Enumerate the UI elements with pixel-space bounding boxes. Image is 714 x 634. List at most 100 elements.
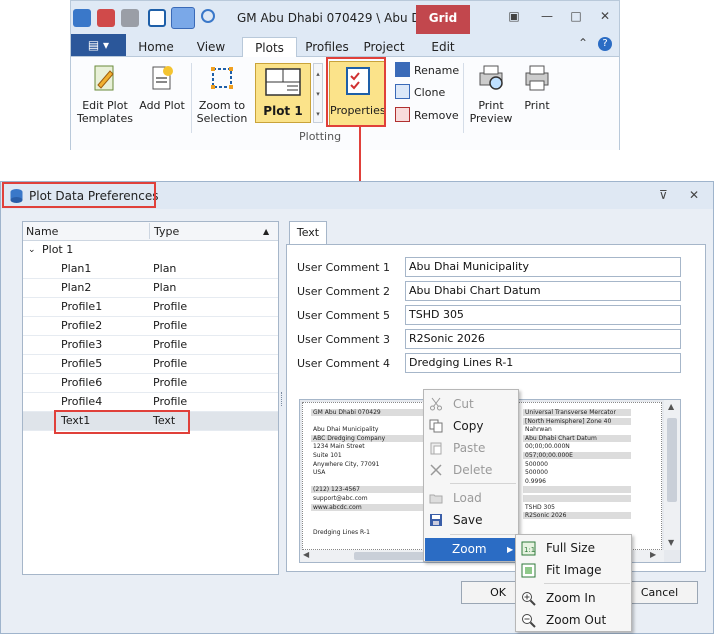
plot-selector-scroll[interactable]: ▴ ▾ ▾	[313, 63, 323, 123]
tab-project[interactable]: Project	[359, 37, 409, 57]
menu-separator	[450, 534, 516, 535]
preview-line: (212) 123-4567	[313, 486, 360, 494]
maximize-icon[interactable]: □	[569, 9, 583, 23]
zoom-label-2: Selection	[196, 112, 248, 125]
column-header-type[interactable]: Type	[154, 225, 179, 238]
contextual-tab-grid-tool[interactable]: Grid Too	[416, 5, 470, 52]
scroll-right-icon[interactable]: ▶	[650, 550, 656, 559]
tree-row[interactable]: Profile5 Profile	[23, 355, 278, 374]
edit-plot-templates-button[interactable]: Edit Plot Templates	[75, 63, 135, 125]
user-comment-input[interactable]: Dredging Lines R-1	[405, 353, 681, 373]
zoom-to-selection-button[interactable]: Zoom to Selection	[195, 63, 249, 125]
preview-line: USA	[313, 469, 326, 477]
tab-home[interactable]: Home	[135, 37, 177, 57]
menu-item-fit-image[interactable]: Fit Image	[516, 559, 631, 581]
tab-plots[interactable]: Plots	[242, 37, 297, 58]
splitter-grip[interactable]	[281, 392, 284, 406]
help-icon[interactable]: ?	[598, 37, 612, 51]
clone-button[interactable]: Clone	[395, 83, 445, 103]
tree-row[interactable]: Profile1 Profile	[23, 298, 278, 317]
preview-line: Nahrwan	[525, 426, 552, 434]
svg-text:1:1: 1:1	[524, 546, 535, 554]
full-size-icon: 1:1	[521, 541, 536, 556]
menu-item-paste[interactable]: Paste	[424, 437, 518, 459]
menu-item-label: Zoom In	[546, 591, 596, 605]
app-icon[interactable]	[73, 9, 91, 27]
menu-item-label: Full Size	[546, 541, 595, 555]
search-icon[interactable]	[201, 9, 215, 23]
preview-line: GM Abu Dhabi 070429	[313, 409, 381, 416]
scissors-icon	[430, 397, 442, 411]
preview-line: 500000	[525, 460, 548, 468]
preview-shade	[523, 495, 631, 502]
edit-template-icon	[94, 65, 114, 91]
user-comment-input[interactable]: Abu Dhabi Chart Datum	[405, 281, 681, 301]
tab-text[interactable]: Text	[289, 221, 327, 245]
user-comment-input[interactable]: Abu Dhai Municipality	[405, 257, 681, 277]
print-preview-button[interactable]: Print Preview	[469, 63, 513, 125]
tree-row[interactable]: Profile2 Profile	[23, 317, 278, 336]
tree-row[interactable]: Profile6 Profile	[23, 374, 278, 393]
tree-row-type: Profile	[153, 300, 188, 313]
plot-selector[interactable]: Plot 1	[255, 63, 311, 123]
restore-ribbon-icon[interactable]: ▣	[507, 9, 521, 23]
cancel-button[interactable]: Cancel	[621, 581, 698, 604]
preview-line: R2Sonic 2026	[525, 512, 567, 520]
menu-item-load[interactable]: Load	[424, 487, 518, 509]
minimize-icon[interactable]: —	[540, 9, 554, 23]
add-plot-button[interactable]: Add Plot	[137, 63, 187, 112]
scroll-up-icon[interactable]: ▲	[668, 402, 674, 411]
menu-item-zoom[interactable]: Zoom ▶	[425, 538, 519, 561]
close-icon[interactable]: ✕	[598, 9, 612, 23]
menu-item-full-size[interactable]: 1:1 Full Size	[516, 537, 631, 559]
column-header-name[interactable]: Name	[26, 225, 58, 238]
fit-image-icon	[521, 563, 536, 578]
menu-item-save[interactable]: Save	[424, 509, 518, 531]
collapse-ribbon-icon[interactable]: ⌃	[576, 36, 590, 50]
tree-row[interactable]: Profile3 Profile	[23, 336, 278, 355]
tab-profiles[interactable]: Profiles	[303, 37, 351, 57]
select-icon[interactable]	[148, 9, 166, 27]
gears-icon[interactable]	[171, 7, 195, 29]
menu-item-zoom-out[interactable]: Zoom Out	[516, 609, 631, 631]
user-comment-input[interactable]: R2Sonic 2026	[405, 329, 681, 349]
vertical-scroll-thumb[interactable]	[667, 418, 677, 502]
undo-icon[interactable]	[97, 9, 115, 27]
scroll-down-icon[interactable]: ▼	[668, 538, 674, 547]
tree-row-type: Plan	[153, 262, 177, 275]
tree-root-row[interactable]: ⌄ Plot 1	[23, 241, 278, 260]
tree-row-name: Profile3	[61, 338, 103, 351]
scroll-left-icon[interactable]: ◀	[303, 550, 309, 559]
tree-row[interactable]: Plan2 Plan	[23, 279, 278, 298]
user-comment-label: User Comment 2	[297, 285, 390, 298]
vertical-scrollbar[interactable]: ▲ ▼	[664, 400, 680, 550]
user-comment-input[interactable]: TSHD 305	[405, 305, 681, 325]
dialog-close-icon[interactable]: ✕	[689, 188, 699, 202]
user-comment-label: User Comment 5	[297, 309, 390, 322]
sort-ascending-icon[interactable]: ▲	[263, 227, 269, 236]
remove-button[interactable]: Remove	[395, 106, 459, 126]
redo-icon[interactable]	[121, 9, 139, 27]
menu-item-zoom-in[interactable]: Zoom In	[516, 587, 631, 609]
menu-item-label: Cut	[453, 397, 474, 411]
preview-line: 1234 Main Street	[313, 443, 365, 451]
menu-item-copy[interactable]: Copy	[424, 415, 518, 437]
tab-edit[interactable]: Edit	[423, 37, 463, 57]
tree-row-name: Profile5	[61, 357, 103, 370]
expand-chevron-icon[interactable]: ⌄	[28, 241, 36, 259]
menu-item-cut[interactable]: Cut	[424, 393, 518, 415]
title-bar: GM Abu Dhabi 070429 \ Abu D... Grid Too …	[71, 1, 619, 52]
tree-row-type: Profile	[153, 319, 188, 332]
tab-view[interactable]: View	[190, 37, 232, 57]
tree-row[interactable]: Plan1 Plan	[23, 260, 278, 279]
preview-line: Dredging Lines R-1	[313, 529, 370, 537]
file-menu-button[interactable]: ▤ ▾	[71, 34, 126, 56]
tree-row-name: Profile2	[61, 319, 103, 332]
preview-line: TSHD 305	[525, 503, 555, 511]
menu-item-delete[interactable]: Delete	[424, 459, 518, 481]
tree-row-name: Plan2	[61, 281, 92, 294]
rename-button[interactable]: Rename	[395, 61, 459, 81]
pin-icon[interactable]: ⊽	[659, 188, 668, 202]
print-button[interactable]: Print	[517, 63, 557, 112]
submenu-arrow-icon: ▶	[507, 545, 514, 554]
